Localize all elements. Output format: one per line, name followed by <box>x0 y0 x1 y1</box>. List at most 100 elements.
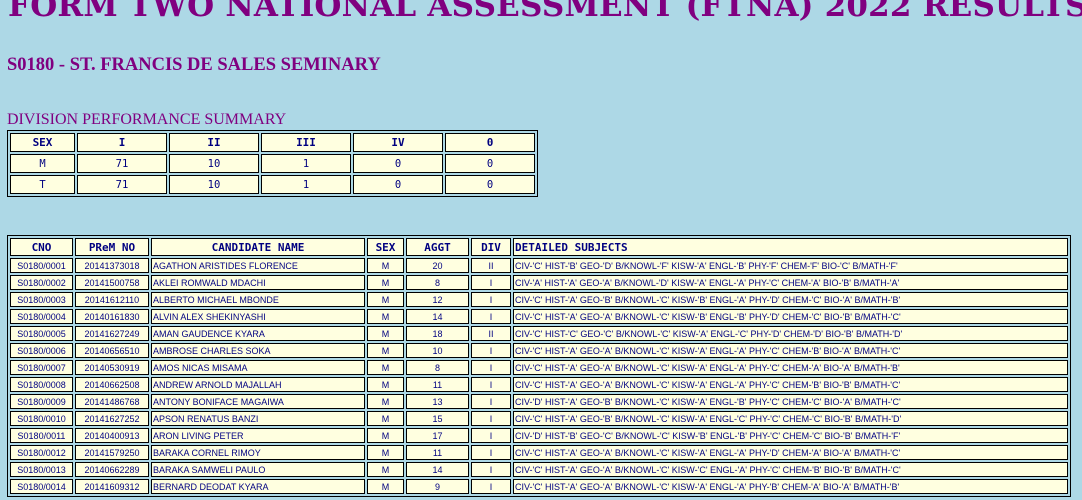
prem-no-cell: 20141373018 <box>75 258 149 273</box>
summary-cell: 0 <box>353 154 443 173</box>
candidate-name-cell: BARAKA CORNEL RIMOY <box>151 445 365 460</box>
table-row: S0180/0011 20140400913 ARON LIVING PETER M 1… <box>10 428 1068 443</box>
aggt-cell: 11 <box>406 445 469 460</box>
col-detailed-subjects: DETAILED SUBJECTS <box>513 238 1068 256</box>
candidate-name-cell: AMAN GAUDENCE KYARA <box>151 326 365 341</box>
cno-cell: S0180/0013 <box>10 462 73 477</box>
div-cell: I <box>471 309 511 324</box>
cno-cell: S0180/0008 <box>10 377 73 392</box>
table-row: S0180/0001 20141373018 AGATHON ARISTIDES F… <box>10 258 1068 273</box>
summary-col-div-2: II <box>169 133 259 152</box>
div-cell: I <box>471 394 511 409</box>
aggt-cell: 9 <box>406 479 469 494</box>
candidate-name-cell: AGATHON ARISTIDES FLORENCE <box>151 258 365 273</box>
prem-no-cell: 20141612110 <box>75 292 149 307</box>
subjects-cell: CIV-'D' HIST-'B' GEO-'C' B/KNOWL-'C' KIS… <box>513 428 1068 443</box>
summary-header-row: SEX I II III IV 0 <box>10 133 535 152</box>
sex-cell: M <box>367 292 404 307</box>
results-page: FORM TWO NATIONAL ASSESSMENT (FTNA) 2022… <box>0 0 1082 500</box>
aggt-cell: 11 <box>406 377 469 392</box>
aggt-cell: 15 <box>406 411 469 426</box>
table-row: S0180/0009 20141486768 ANTONY BONIFACE MAG… <box>10 394 1068 409</box>
div-cell: I <box>471 377 511 392</box>
cno-cell: S0180/0009 <box>10 394 73 409</box>
prem-no-cell: 20140662508 <box>75 377 149 392</box>
candidate-name-cell: ALBERTO MICHAEL MBONDE <box>151 292 365 307</box>
summary-heading: DIVISION PERFORMANCE SUMMARY <box>7 111 287 128</box>
cno-cell: S0180/0002 <box>10 275 73 290</box>
sex-cell: M <box>367 258 404 273</box>
subjects-cell: CIV-'C' HIST-'A' GEO-'A' B/KNOWL-'C' KIS… <box>513 462 1068 477</box>
summary-cell: T <box>10 175 75 194</box>
cno-cell: S0180/0011 <box>10 428 73 443</box>
sex-cell: M <box>367 479 404 494</box>
div-cell: I <box>471 479 511 494</box>
prem-no-cell: 20141627252 <box>75 411 149 426</box>
aggt-cell: 18 <box>406 326 469 341</box>
table-row: S0180/0012 20141579250 BARAKA CORNEL RIMOY… <box>10 445 1068 460</box>
sex-cell: M <box>367 411 404 426</box>
summary-cell: 1 <box>261 175 351 194</box>
table-row: S0180/0005 20141627249 AMAN GAUDENCE KYARA… <box>10 326 1068 341</box>
prem-no-cell: 20140530919 <box>75 360 149 375</box>
aggt-cell: 8 <box>406 360 469 375</box>
prem-no-cell: 20141486768 <box>75 394 149 409</box>
cno-cell: S0180/0003 <box>10 292 73 307</box>
cno-cell: S0180/0007 <box>10 360 73 375</box>
page-title: FORM TWO NATIONAL ASSESSMENT (FTNA) 2022… <box>8 0 1082 24</box>
summary-col-div-4: IV <box>353 133 443 152</box>
candidate-name-cell: AMBROSE CHARLES SOKA <box>151 343 365 358</box>
summary-row: T 71 10 1 0 0 <box>10 175 535 194</box>
summary-cell: M <box>10 154 75 173</box>
table-row: S0180/0004 20140161830 ALVIN ALEX SHEKINYA… <box>10 309 1068 324</box>
summary-cell: 71 <box>77 154 167 173</box>
candidate-name-cell: ANTONY BONIFACE MAGAIWA <box>151 394 365 409</box>
summary-col-div-1: I <box>77 133 167 152</box>
prem-no-cell: 20140161830 <box>75 309 149 324</box>
candidate-name-cell: APSON RENATUS BANZI <box>151 411 365 426</box>
subjects-cell: CIV-'A' HIST-'A' GEO-'A' B/KNOWL-'D' KIS… <box>513 275 1068 290</box>
division-summary-table: SEX I II III IV 0 M 71 10 1 0 0 T 71 10 … <box>7 130 538 197</box>
div-cell: I <box>471 275 511 290</box>
table-row: S0180/0008 20140662508 ANDREW ARNOLD MAJAL… <box>10 377 1068 392</box>
div-cell: I <box>471 360 511 375</box>
candidate-name-cell: BERNARD DEODAT KYARA <box>151 479 365 494</box>
sex-cell: M <box>367 445 404 460</box>
table-row: S0180/0010 20141627252 APSON RENATUS BANZI… <box>10 411 1068 426</box>
table-row: S0180/0002 20141500758 AKLEI ROMWALD MDACH… <box>10 275 1068 290</box>
summary-cell: 0 <box>445 154 535 173</box>
sex-cell: M <box>367 377 404 392</box>
subjects-cell: CIV-'C' HIST-'A' GEO-'A' B/KNOWL-'C' KIS… <box>513 360 1068 375</box>
sex-cell: M <box>367 343 404 358</box>
div-cell: I <box>471 343 511 358</box>
summary-cell: 1 <box>261 154 351 173</box>
aggt-cell: 10 <box>406 343 469 358</box>
candidate-name-cell: ARON LIVING PETER <box>151 428 365 443</box>
prem-no-cell: 20141579250 <box>75 445 149 460</box>
summary-row: M 71 10 1 0 0 <box>10 154 535 173</box>
div-cell: I <box>471 428 511 443</box>
candidate-name-cell: ANDREW ARNOLD MAJALLAH <box>151 377 365 392</box>
div-cell: I <box>471 462 511 477</box>
aggt-cell: 20 <box>406 258 469 273</box>
subjects-cell: CIV-'D' HIST-'A' GEO-'B' B/KNOWL-'C' KIS… <box>513 394 1068 409</box>
aggt-cell: 14 <box>406 462 469 477</box>
prem-no-cell: 20141609312 <box>75 479 149 494</box>
col-prem-no: PReM NO <box>75 238 149 256</box>
school-heading: S0180 - ST. FRANCIS DE SALES SEMINARY <box>7 55 381 75</box>
candidate-name-cell: BARAKA SAMWELI PAULO <box>151 462 365 477</box>
summary-col-div-0: 0 <box>445 133 535 152</box>
summary-col-div-3: III <box>261 133 351 152</box>
div-cell: II <box>471 326 511 341</box>
div-cell: I <box>471 292 511 307</box>
prem-no-cell: 20140400913 <box>75 428 149 443</box>
col-cno: CNO <box>10 238 73 256</box>
prem-no-cell: 20140656510 <box>75 343 149 358</box>
cno-cell: S0180/0014 <box>10 479 73 494</box>
candidate-name-cell: ALVIN ALEX SHEKINYASHI <box>151 309 365 324</box>
aggt-cell: 12 <box>406 292 469 307</box>
summary-col-sex: SEX <box>10 133 75 152</box>
cno-cell: S0180/0012 <box>10 445 73 460</box>
subjects-cell: CIV-'C' HIST-'B' GEO-'D' B/KNOWL-'F' KIS… <box>513 258 1068 273</box>
cno-cell: S0180/0001 <box>10 258 73 273</box>
